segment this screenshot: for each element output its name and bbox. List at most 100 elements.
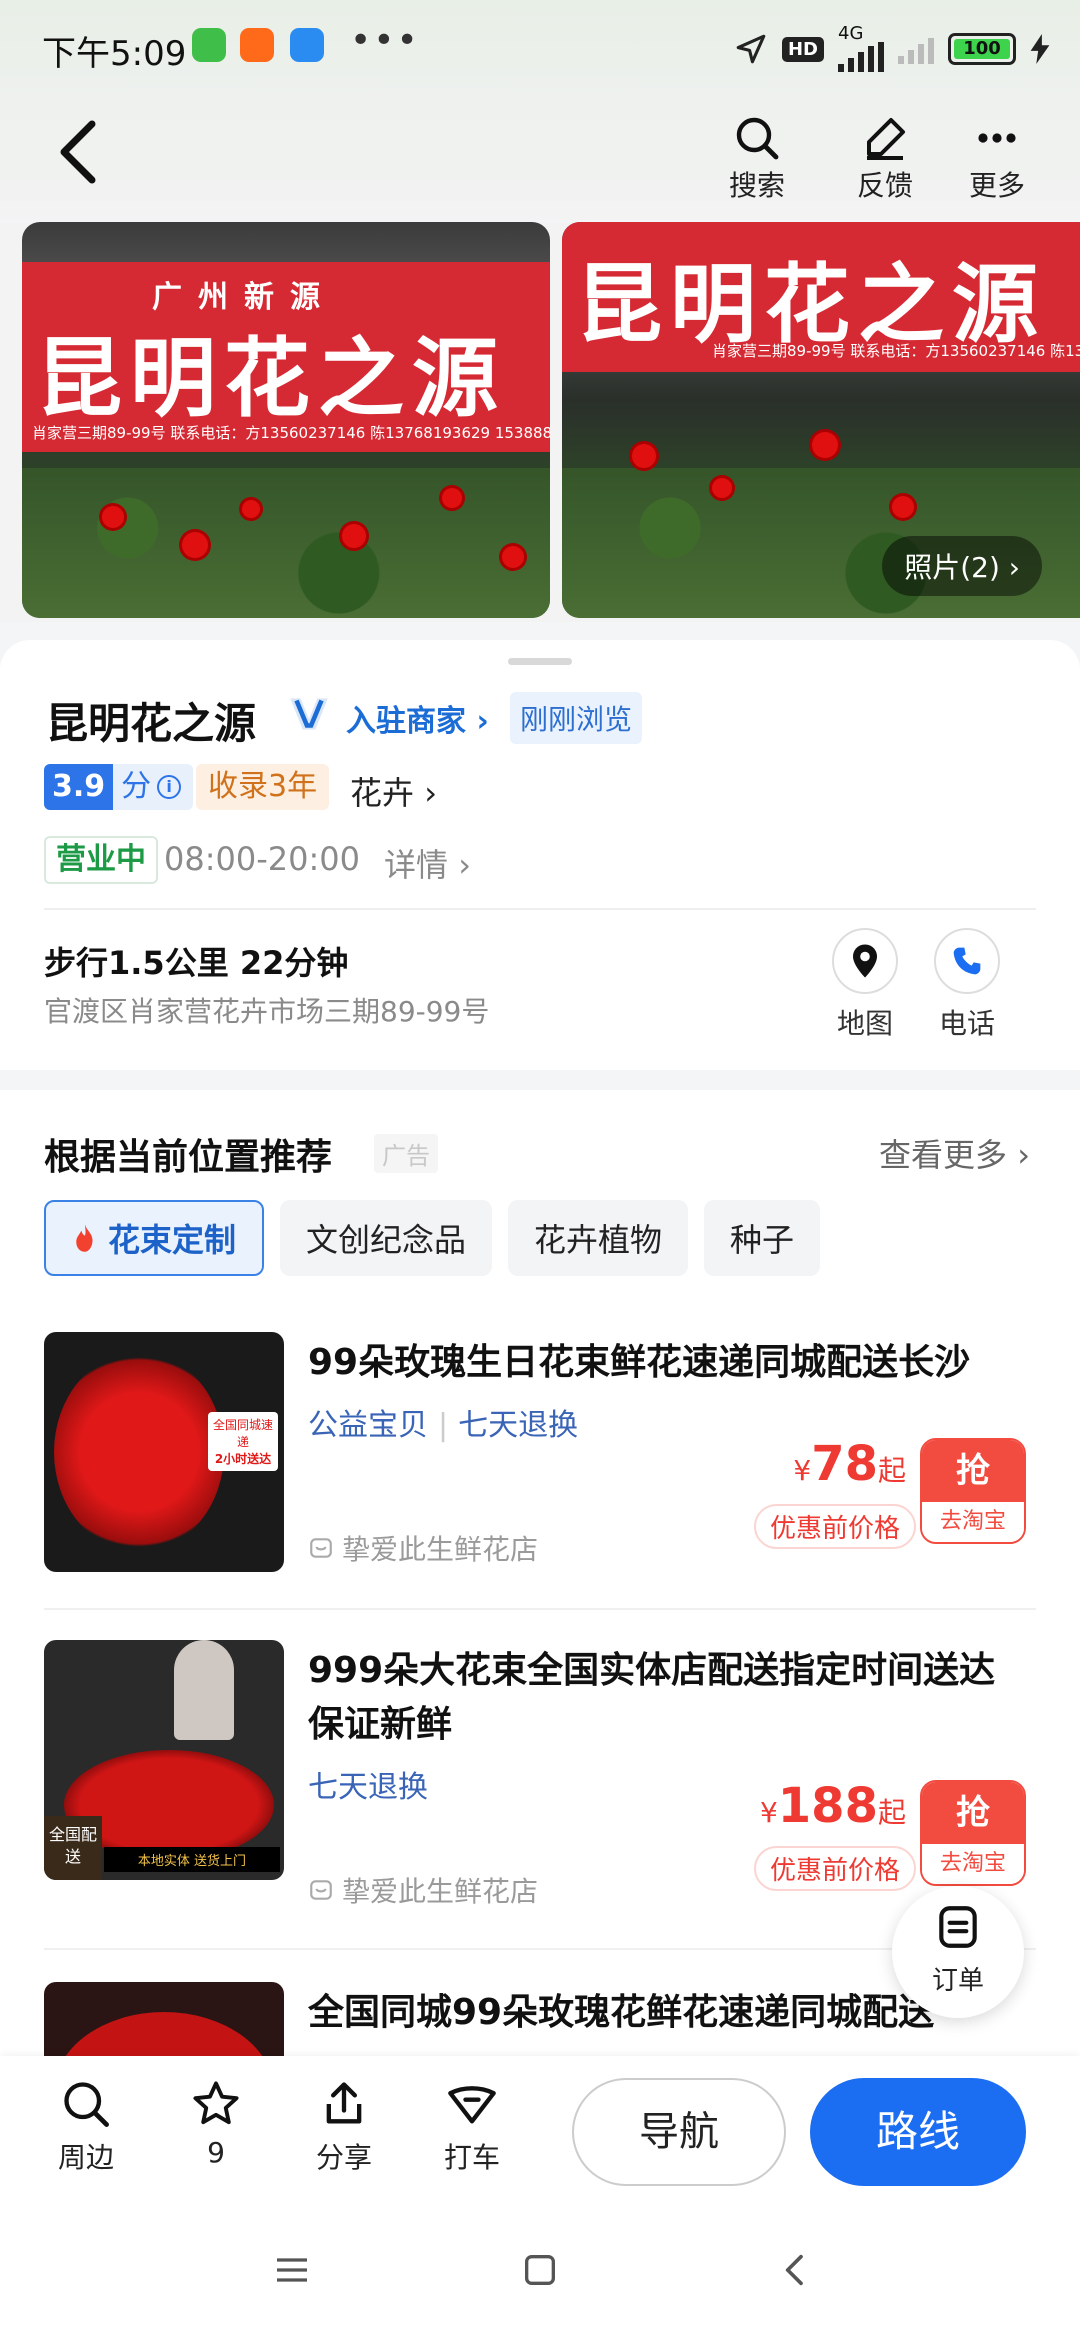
product-thumbnail: 全国同城速递 2小时送达 (44, 1332, 284, 1572)
charging-bolt-icon (1030, 34, 1050, 64)
shop-photo-1[interactable]: 广州新源 昆明花之源 肖家营三期89-99号 联系电话：方13560237146… (22, 222, 550, 618)
photo-gallery[interactable]: 广州新源 昆明花之源 肖家营三期89-99号 联系电话：方13560237146… (0, 222, 1080, 622)
order-label: 订单 (931, 1966, 984, 1996)
category-chips: 花束定制 文创纪念品 花卉植物 种子 (44, 1200, 821, 1276)
verified-v-icon (290, 698, 328, 730)
share-icon (326, 2082, 362, 2124)
map-pin-icon (853, 944, 877, 978)
nearby-button[interactable]: 周边 (36, 2078, 136, 2176)
nearby-label: 周边 (57, 2141, 114, 2174)
viewed-badge: 刚刚浏览 (510, 692, 643, 744)
more-button[interactable]: 更多 (952, 114, 1042, 204)
order-float-button[interactable]: 订单 (892, 1886, 1024, 2018)
photo-count-label: 照片(2) (904, 551, 1000, 584)
years-badge: 收录3年 (196, 764, 330, 810)
product-price: ¥188起 (759, 1778, 906, 1834)
category-link[interactable]: 花卉 › (350, 768, 437, 814)
back-triangle-icon[interactable] (776, 2250, 816, 2290)
feedback-button[interactable]: 反馈 (840, 114, 930, 204)
chevron-right-icon: › (1008, 551, 1020, 584)
thumb-text-2: 2小时送达 (214, 1452, 272, 1466)
product-shop: 挚爱此生鲜花店 (308, 1870, 538, 1910)
top-navigation: 搜索 反馈 更多 (0, 100, 1080, 220)
status-bar: 下午5:09 ••• HD 4G 100 (0, 0, 1080, 100)
product-title: 99朵玫瑰生日花束鲜花速递同城配送长沙 (308, 1342, 971, 1383)
info-icon: i (157, 775, 182, 799)
search-icon (64, 2082, 109, 2127)
store-icon (310, 1880, 332, 1900)
search-icon (736, 117, 779, 160)
chat-app-icon (290, 28, 324, 62)
phone-label: 电话 (938, 1007, 995, 1040)
divider (44, 1608, 1036, 1610)
network-type: 4G (838, 23, 864, 44)
star-icon (193, 2081, 239, 2125)
phone-button[interactable]: 电话 (922, 928, 1012, 1042)
ad-label: 广告 (374, 1134, 438, 1173)
route-button[interactable]: 路线 (810, 2078, 1026, 2186)
shop-photo-2[interactable]: 昆明花之源 肖家营三期89-99号 联系电话：方13560237146 陈137… (562, 222, 1080, 618)
product-card[interactable]: 全国配送 本地实体 送货上门 999朵大花束全国实体店配送指定时间送达保证新鲜 … (44, 1640, 1036, 1908)
recommend-title: 根据当前位置推荐 (44, 1137, 333, 1178)
taobao-app-icon (240, 28, 274, 62)
chip-bouquet[interactable]: 花束定制 (44, 1200, 265, 1276)
feedback-label: 反馈 (856, 169, 913, 202)
more-notifications-icon: ••• (350, 20, 420, 61)
chip-plants[interactable]: 花卉植物 (508, 1200, 689, 1276)
product-thumbnail: 全国配送 本地实体 送货上门 (44, 1640, 284, 1880)
thumb-text-1: 全国配送 (48, 1825, 97, 1866)
share-label: 分享 (315, 2141, 372, 2174)
chip-souvenir[interactable]: 文创纪念品 (280, 1200, 493, 1276)
rating-unit: 分 (121, 769, 152, 804)
battery-icon: 100 (948, 33, 1016, 65)
map-label: 地图 (836, 1007, 893, 1040)
bottom-action-bar: 周边 9 分享 打车 导航 路线 (0, 2056, 1080, 2206)
home-square-icon[interactable] (520, 2250, 560, 2290)
back-arrow-icon (60, 120, 96, 184)
hours-details-link[interactable]: 详情 › (384, 840, 471, 886)
taxi-button[interactable]: 打车 (422, 2078, 522, 2176)
wechat-app-icon (192, 28, 226, 62)
search-label: 搜索 (728, 169, 785, 202)
taxi-label: 打车 (443, 2141, 500, 2174)
original-price-label: 优惠前价格 (753, 1504, 916, 1549)
signal-icon (838, 42, 884, 72)
product-tags: 七天退换 (308, 1770, 428, 1805)
favorite-button[interactable]: 9 (166, 2078, 266, 2169)
merchant-link[interactable]: 入驻商家 › (346, 696, 489, 740)
opening-hours: 08:00-20:00 (164, 840, 360, 878)
system-navigation-bar (0, 2206, 1080, 2340)
location-arrow-icon (736, 34, 766, 64)
signal-2-icon (898, 34, 934, 64)
product-price: ¥78起 (793, 1436, 906, 1492)
order-list-icon (939, 1906, 977, 1948)
photo-count-button[interactable]: 照片(2) › (882, 536, 1042, 596)
drag-handle[interactable] (508, 658, 572, 665)
hd-badge: HD (781, 36, 824, 62)
map-button[interactable]: 地图 (820, 928, 910, 1042)
phone-icon (953, 947, 981, 975)
search-button[interactable]: 搜索 (712, 114, 802, 204)
favorites-count: 9 (207, 2136, 225, 2169)
status-time: 下午5:09 (42, 34, 187, 74)
shop-info-card: 昆明花之源 入驻商家 › 刚刚浏览 3.9 分i 收录3年 花卉 › 营业中 0… (0, 640, 1080, 1070)
grab-button[interactable]: 抢 去淘宝 (920, 1438, 1026, 1544)
rating-badge[interactable]: 3.9 分i (44, 764, 194, 810)
menu-icon[interactable] (272, 2250, 312, 2290)
walking-distance: 步行1.5公里 22分钟 (44, 944, 349, 982)
back-button[interactable] (58, 120, 118, 190)
original-price-label: 优惠前价格 (753, 1846, 916, 1891)
store-icon (310, 1538, 332, 1558)
chip-seeds[interactable]: 种子 (704, 1200, 821, 1276)
see-more-link[interactable]: 查看更多 › (879, 1130, 1030, 1176)
shop-name: 昆明花之源 (46, 699, 257, 748)
divider (44, 1948, 1036, 1950)
product-card[interactable]: 全国同城速递 2小时送达 99朵玫瑰生日花束鲜花速递同城配送长沙 公益宝贝 | 七天… (44, 1332, 1036, 1572)
product-tags: 公益宝贝 | 七天退换 (308, 1408, 579, 1443)
product-title: 999朵大花束全国实体店配送指定时间送达保证新鲜 (308, 1650, 996, 1745)
navigate-button[interactable]: 导航 (572, 2078, 786, 2186)
grab-button[interactable]: 抢 去淘宝 (920, 1780, 1026, 1886)
share-button[interactable]: 分享 (294, 2078, 394, 2176)
thumb-text-2: 本地实体 送货上门 (137, 1854, 247, 1869)
edit-pen-icon (867, 118, 905, 160)
